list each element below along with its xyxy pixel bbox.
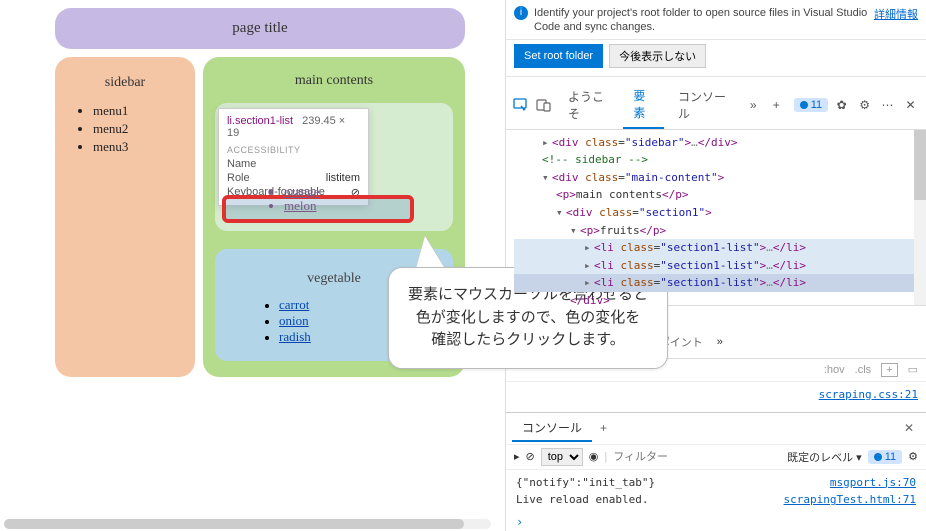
veg-link[interactable]: carrot xyxy=(279,297,309,312)
issues-badge[interactable]: 11 xyxy=(794,98,828,112)
console-source-link[interactable]: scrapingTest.html:71 xyxy=(784,491,916,509)
styles-body[interactable]: scraping.css:21 xyxy=(506,382,926,412)
device-toggle-icon[interactable] xyxy=(535,94,554,116)
info-text: Identify your project's root folder to o… xyxy=(534,6,868,35)
css-source-link[interactable]: scraping.css:21 xyxy=(819,388,918,410)
hov-toggle[interactable]: :hov xyxy=(824,364,845,376)
console-drawer-tab[interactable]: コンソール xyxy=(512,415,592,442)
dom-node[interactable]: ▾<p>fruits</p> xyxy=(514,222,918,240)
cls-toggle[interactable]: .cls xyxy=(855,364,872,376)
computed-toggle-icon[interactable]: ▭ xyxy=(908,363,918,376)
settings-icon[interactable]: ✿ xyxy=(832,94,851,116)
clear-console-icon[interactable]: ⊘ xyxy=(526,450,535,463)
tab-console[interactable]: コンソール xyxy=(668,82,740,128)
devtools-panel: i Identify your project's root folder to… xyxy=(505,0,926,531)
kebab-icon[interactable]: ⋯ xyxy=(878,94,897,116)
console-filter-input[interactable] xyxy=(613,451,781,463)
tooltip-key: Role xyxy=(227,172,250,184)
inspect-icon[interactable] xyxy=(512,94,531,116)
dom-node[interactable]: ▾<div class="main-content"> xyxy=(514,169,918,187)
sidebar-item[interactable]: menu1 xyxy=(93,103,183,119)
console-prompt[interactable]: › xyxy=(506,513,926,531)
more-styles-tabs-icon[interactable]: » xyxy=(711,330,729,354)
console-settings-icon[interactable]: ⚙ xyxy=(908,450,918,463)
dom-tree[interactable]: ▸<div class="sidebar">…</div> <!-- sideb… xyxy=(506,130,926,305)
dom-comment[interactable]: <!-- sidebar --> xyxy=(514,151,918,169)
console-row[interactable]: Live reload enabled.scrapingTest.html:71 xyxy=(516,491,916,509)
add-drawer-tab-icon[interactable]: + xyxy=(592,417,615,439)
eye-icon[interactable]: ◉ xyxy=(589,450,599,463)
tab-elements[interactable]: 要素 xyxy=(623,81,664,129)
devtools-scrollbar-vertical[interactable] xyxy=(914,130,926,305)
more-tabs-icon[interactable]: » xyxy=(744,94,763,116)
veg-link[interactable]: radish xyxy=(279,329,311,344)
console-row[interactable]: {"notify":"init_tab"}msgport.js:70 xyxy=(516,474,916,492)
dom-node[interactable]: ▸<li class="section1-list">…</li> xyxy=(514,239,918,257)
console-issues-badge[interactable]: 11 xyxy=(868,450,902,464)
tooltip-key: Name xyxy=(227,158,256,170)
dom-node[interactable]: ▸<div class="sidebar">…</div> xyxy=(514,134,918,152)
tooltip-accessibility-label: ACCESSIBILITY xyxy=(219,143,368,157)
main-heading: main contents xyxy=(215,73,453,89)
dom-node[interactable]: <p>main contents</p> xyxy=(514,186,918,204)
tab-welcome[interactable]: ようこそ xyxy=(558,82,619,128)
sidebar: sidebar menu1 menu2 menu3 xyxy=(55,57,195,377)
console-body[interactable]: {"notify":"init_tab"}msgport.js:70 Live … xyxy=(506,470,926,513)
sidebar-item[interactable]: menu3 xyxy=(93,139,183,155)
page-title: page title xyxy=(55,8,465,49)
info-icon: i xyxy=(514,6,528,20)
console-source-link[interactable]: msgport.js:70 xyxy=(830,474,916,492)
dom-node-selected[interactable]: ▸<li class="section1-list">…</li> xyxy=(514,274,918,292)
context-select[interactable]: top xyxy=(541,448,583,466)
dom-node[interactable]: ▾<div class="section1"> xyxy=(514,204,918,222)
tooltip-val: listitem xyxy=(326,172,360,184)
dont-show-again-button[interactable]: 今後表示しない xyxy=(609,44,706,68)
highlighted-item: orange xyxy=(284,185,410,199)
gear-icon[interactable]: ⚙ xyxy=(855,94,874,116)
dom-node[interactable]: ▸<li class="section1-list">…</li> xyxy=(514,257,918,275)
veg-link[interactable]: onion xyxy=(279,313,309,328)
info-more-link[interactable]: 詳細情報 xyxy=(874,6,918,22)
add-tab-icon[interactable]: + xyxy=(767,94,786,116)
close-icon[interactable]: ✕ xyxy=(901,94,920,116)
page-scrollbar-horizontal[interactable] xyxy=(4,519,491,529)
tooltip-selector: li.section1-list xyxy=(227,115,293,127)
console-sidebar-icon[interactable]: ▸ xyxy=(514,450,520,463)
highlighted-item[interactable]: melon xyxy=(284,199,410,213)
log-level-select[interactable]: 既定のレベル ▾ xyxy=(787,449,862,465)
inspect-highlight: orange melon xyxy=(222,195,414,223)
sidebar-item[interactable]: menu2 xyxy=(93,121,183,137)
close-drawer-icon[interactable]: ✕ xyxy=(898,417,920,439)
set-root-folder-button[interactable]: Set root folder xyxy=(514,44,603,68)
new-style-icon[interactable]: + xyxy=(881,363,897,377)
dom-node[interactable]: </div> xyxy=(514,292,918,305)
sidebar-heading: sidebar xyxy=(67,75,183,91)
